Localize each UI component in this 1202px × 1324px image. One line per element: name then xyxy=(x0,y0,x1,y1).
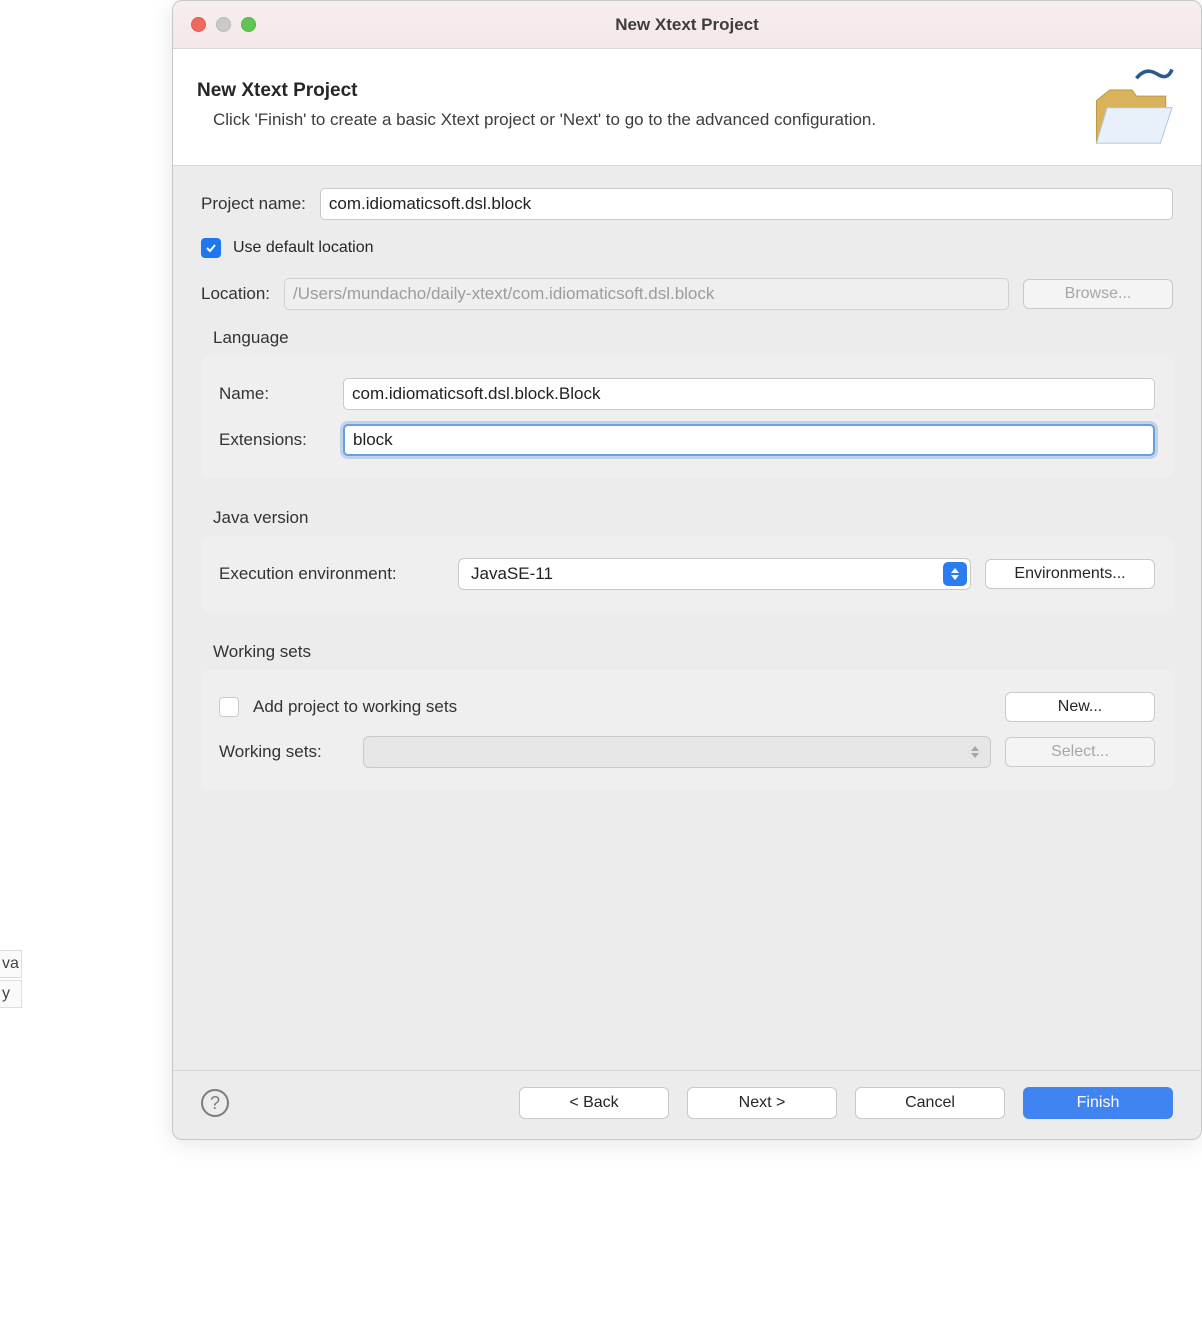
execution-env-select[interactable]: JavaSE-11 xyxy=(458,558,971,590)
browse-button: Browse... xyxy=(1023,279,1173,309)
project-name-label: Project name: xyxy=(201,194,306,214)
wizard-banner-text: New Xtext Project Click 'Finish' to crea… xyxy=(197,80,876,130)
background-tab-fragments: va y xyxy=(0,950,22,1010)
extensions-input[interactable] xyxy=(343,424,1155,456)
finish-button[interactable]: Finish xyxy=(1023,1087,1173,1119)
cancel-button[interactable]: Cancel xyxy=(855,1087,1005,1119)
execution-env-label: Execution environment: xyxy=(219,564,444,584)
language-name-label: Name: xyxy=(219,384,329,404)
location-label: Location: xyxy=(201,284,270,304)
extensions-label: Extensions: xyxy=(219,430,329,450)
use-default-location-row: Use default location xyxy=(201,238,1173,258)
new-working-set-button[interactable]: New... xyxy=(1005,692,1155,722)
next-button[interactable]: Next > xyxy=(687,1087,837,1119)
location-input xyxy=(284,278,1009,310)
dialog-window: New Xtext Project New Xtext Project Clic… xyxy=(172,0,1202,1140)
working-sets-group-title: Working sets xyxy=(213,642,1173,662)
wizard-footer: ? < Back Next > Cancel Finish xyxy=(173,1070,1201,1139)
project-name-row: Project name: xyxy=(201,188,1173,220)
titlebar: New Xtext Project xyxy=(173,1,1201,49)
language-group: Language Name: Extensions: xyxy=(201,328,1173,478)
add-to-working-sets-checkbox[interactable] xyxy=(219,697,239,717)
wizard-banner-description: Click 'Finish' to create a basic Xtext p… xyxy=(213,110,876,130)
working-sets-select xyxy=(363,736,991,768)
location-row: Location: Browse... xyxy=(201,278,1173,310)
execution-env-value: JavaSE-11 xyxy=(471,564,553,584)
java-version-group-title: Java version xyxy=(213,508,1173,528)
environments-button[interactable]: Environments... xyxy=(985,559,1155,589)
project-name-input[interactable] xyxy=(320,188,1173,220)
window-title: New Xtext Project xyxy=(173,15,1201,35)
help-icon[interactable]: ? xyxy=(201,1089,229,1117)
wizard-banner-heading: New Xtext Project xyxy=(197,80,876,102)
working-sets-group: Working sets Add project to working sets… xyxy=(201,642,1173,790)
wizard-banner: New Xtext Project Click 'Finish' to crea… xyxy=(173,49,1201,166)
use-default-location-label: Use default location xyxy=(233,239,374,257)
select-working-set-button: Select... xyxy=(1005,737,1155,767)
wizard-folder-icon xyxy=(1087,65,1177,145)
use-default-location-checkbox[interactable] xyxy=(201,238,221,258)
language-name-input[interactable] xyxy=(343,378,1155,410)
select-arrows-icon xyxy=(943,562,967,586)
add-to-working-sets-label: Add project to working sets xyxy=(253,697,991,717)
java-version-group: Java version Execution environment: Java… xyxy=(201,508,1173,612)
working-sets-label: Working sets: xyxy=(219,742,349,762)
language-group-title: Language xyxy=(213,328,1173,348)
back-button[interactable]: < Back xyxy=(519,1087,669,1119)
select-arrows-icon xyxy=(963,740,987,764)
wizard-content: Project name: Use default location Locat… xyxy=(173,166,1201,1070)
